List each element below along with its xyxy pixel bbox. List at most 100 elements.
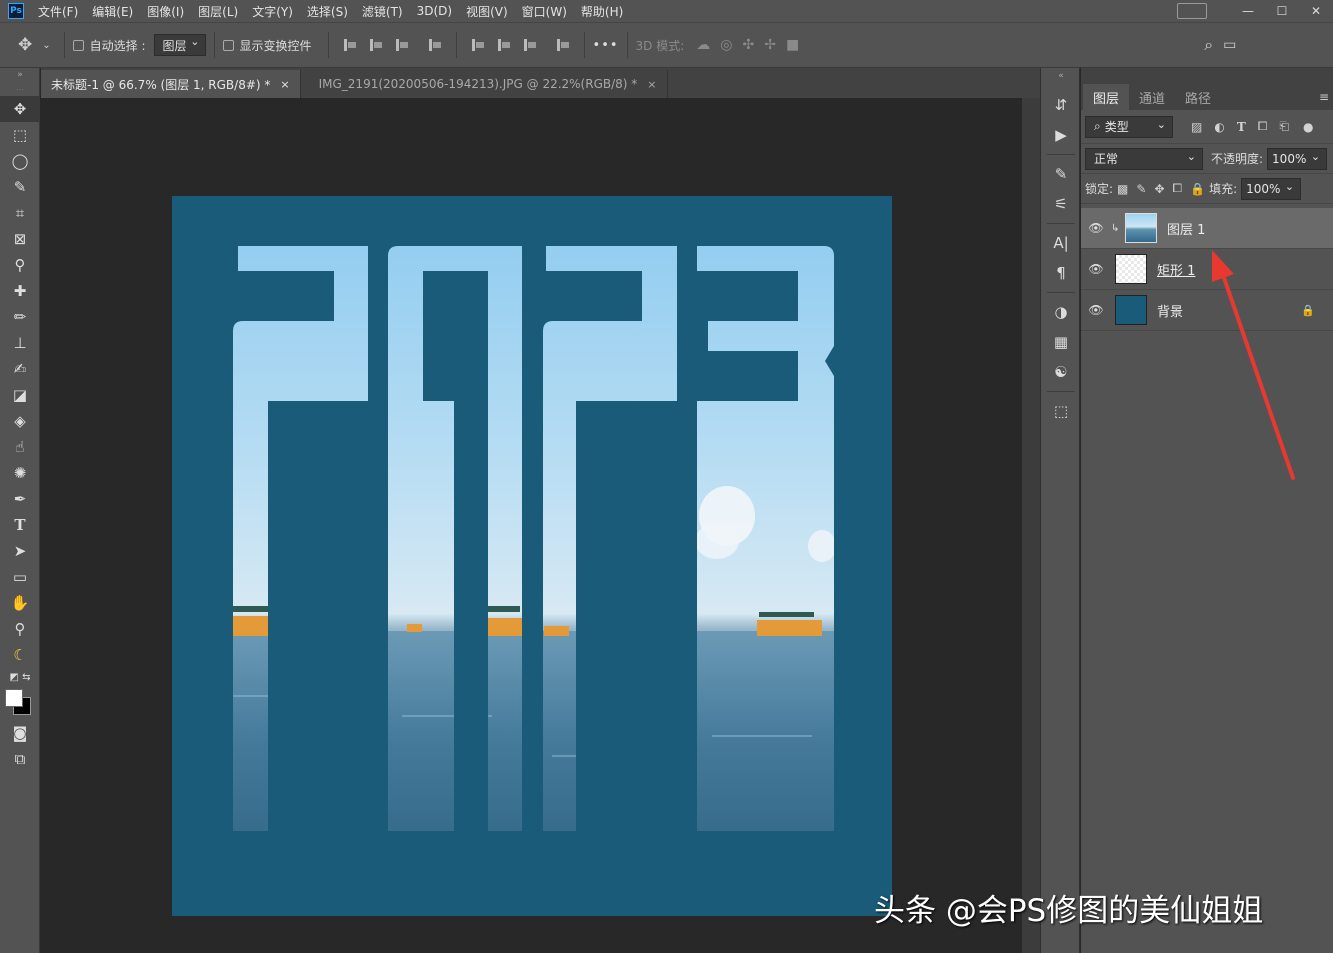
- color-swatches[interactable]: [0, 686, 40, 720]
- menu-window[interactable]: 窗口(W): [522, 3, 567, 20]
- tab-paths[interactable]: 路径: [1175, 84, 1221, 110]
- lock-all-icon[interactable]: 🔒: [1190, 182, 1205, 196]
- character-panel-icon[interactable]: A|: [1041, 228, 1081, 258]
- dodge-tool-icon[interactable]: ✺: [0, 460, 40, 486]
- visibility-eye-icon[interactable]: 👁: [1081, 221, 1111, 235]
- workspace-switcher-icon[interactable]: ▭: [1223, 37, 1236, 53]
- 3d-panel-icon[interactable]: ⬚: [1041, 396, 1081, 426]
- distribute-horizontal-icon[interactable]: [555, 37, 571, 53]
- layer-name[interactable]: 图层 1: [1167, 219, 1205, 238]
- filter-type-icon[interactable]: T: [1237, 120, 1246, 134]
- collapse-panels-icon[interactable]: «: [1041, 68, 1081, 84]
- visibility-eye-icon[interactable]: 👁: [1081, 303, 1111, 317]
- adjustments-panel-icon[interactable]: ◑: [1041, 297, 1081, 327]
- 3d-slide-icon[interactable]: ✢: [764, 37, 776, 53]
- layer-row[interactable]: 👁 背景 🔒: [1081, 290, 1333, 331]
- move-tool-icon[interactable]: ✥: [18, 35, 32, 55]
- brush-settings-icon[interactable]: ⚟: [1041, 189, 1081, 219]
- lock-position-icon[interactable]: ✥: [1154, 182, 1164, 196]
- eraser-tool-icon[interactable]: ◪: [0, 382, 40, 408]
- pen-tool-icon[interactable]: ✒: [0, 486, 40, 512]
- filter-pixel-icon[interactable]: ▨: [1191, 120, 1202, 134]
- banana-icon[interactable]: ☾: [0, 642, 40, 668]
- lock-artboard-icon[interactable]: ⧠: [1173, 181, 1183, 196]
- tab-channels[interactable]: 通道: [1129, 84, 1175, 110]
- menu-layer[interactable]: 图层(L): [198, 3, 238, 20]
- crop-tool-icon[interactable]: ⌗: [0, 200, 40, 226]
- align-horizontal-center-icon[interactable]: [368, 37, 384, 53]
- smudge-tool-icon[interactable]: ☝: [0, 434, 40, 460]
- menu-edit[interactable]: 编辑(E): [92, 3, 133, 20]
- type-tool-icon[interactable]: T: [0, 512, 40, 538]
- show-transform-checkbox[interactable]: [222, 39, 234, 51]
- align-top-icon[interactable]: [470, 37, 486, 53]
- lasso-tool-icon[interactable]: ◯: [0, 148, 40, 174]
- close-tab-icon[interactable]: ×: [280, 78, 289, 91]
- quick-select-tool-icon[interactable]: ✎: [0, 174, 40, 200]
- healing-brush-tool-icon[interactable]: ✚: [0, 278, 40, 304]
- document-canvas[interactable]: 2023: [172, 196, 892, 916]
- close-tab-icon[interactable]: ×: [647, 78, 656, 91]
- layer-row[interactable]: 👁 矩形 1: [1081, 249, 1333, 290]
- tab-layers[interactable]: 图层: [1083, 84, 1130, 110]
- collapse-toolbar-icon[interactable]: »: [0, 68, 40, 82]
- screen-mode-icon[interactable]: ⧉: [0, 746, 40, 772]
- search-icon[interactable]: ⌕: [1204, 35, 1213, 55]
- marquee-tool-icon[interactable]: ⬚: [0, 122, 40, 148]
- color-panel-icon[interactable]: ☯: [1041, 357, 1081, 387]
- minimize-icon[interactable]: —: [1231, 4, 1265, 18]
- history-panel-icon[interactable]: ⇵: [1041, 90, 1081, 120]
- frame-tool-icon[interactable]: ⊠: [0, 226, 40, 252]
- tab-img-2191[interactable]: IMG_2191(20200506-194213).JPG @ 22.2%(RG…: [300, 70, 668, 98]
- menu-select[interactable]: 选择(S): [307, 3, 348, 20]
- auto-select-target-dropdown[interactable]: 图层: [153, 34, 206, 56]
- layer-row[interactable]: 👁 ↳ 图层 1: [1081, 208, 1333, 249]
- tool-preset-chevron-icon[interactable]: ⌄: [42, 40, 50, 51]
- move-tool-icon[interactable]: ✥: [0, 96, 40, 122]
- tab-untitled-1[interactable]: 未标题-1 @ 66.7% (图层 1, RGB/8#) * ×: [41, 70, 301, 98]
- hand-tool-icon[interactable]: ✋: [0, 590, 40, 616]
- align-bottom-icon[interactable]: [522, 37, 538, 53]
- filter-adjustment-icon[interactable]: ◐: [1214, 120, 1224, 134]
- brushes-panel-icon[interactable]: ✎: [1041, 159, 1081, 189]
- menu-image[interactable]: 图像(I): [147, 3, 184, 20]
- maximize-icon[interactable]: ☐: [1265, 4, 1299, 18]
- menu-view[interactable]: 视图(V): [466, 3, 508, 20]
- swatches-panel-icon[interactable]: ▦: [1041, 327, 1081, 357]
- filter-toggle-icon[interactable]: ●: [1303, 120, 1313, 134]
- close-icon[interactable]: ✕: [1299, 4, 1333, 18]
- more-options-icon[interactable]: •••: [593, 38, 619, 53]
- zoom-tool-icon[interactable]: ⚲: [0, 616, 40, 642]
- eyedropper-tool-icon[interactable]: ⚲: [0, 252, 40, 278]
- vertical-scrollbar[interactable]: [1022, 98, 1040, 953]
- fill-field[interactable]: 100%: [1241, 177, 1302, 200]
- swap-colors-icon[interactable]: ◩ ⇆: [0, 668, 40, 686]
- menu-file[interactable]: 文件(F): [38, 3, 78, 20]
- menu-help[interactable]: 帮助(H): [581, 3, 623, 20]
- history-brush-tool-icon[interactable]: ✍: [0, 356, 40, 382]
- visibility-eye-icon[interactable]: 👁: [1081, 262, 1111, 276]
- menu-type[interactable]: 文字(Y): [252, 3, 293, 20]
- lock-transparent-icon[interactable]: ▩: [1117, 182, 1128, 196]
- blend-mode-dropdown[interactable]: 正常: [1085, 147, 1203, 170]
- 3d-roll-icon[interactable]: ◎: [720, 37, 732, 53]
- lock-pixels-icon[interactable]: ✎: [1136, 182, 1146, 196]
- opacity-field[interactable]: 100%: [1267, 147, 1328, 170]
- brush-tool-icon[interactable]: ✏: [0, 304, 40, 330]
- layer-name[interactable]: 矩形 1: [1157, 260, 1195, 279]
- auto-select-checkbox[interactable]: [72, 39, 84, 51]
- workspace-icon[interactable]: [1177, 3, 1207, 19]
- panel-menu-icon[interactable]: ≡: [1319, 90, 1329, 104]
- paragraph-panel-icon[interactable]: ¶: [1041, 258, 1081, 288]
- filter-smart-object-icon[interactable]: ⎗: [1279, 119, 1289, 134]
- 3d-pan-icon[interactable]: ✣: [743, 37, 755, 53]
- 3d-orbit-icon[interactable]: ☁: [696, 37, 710, 53]
- path-select-tool-icon[interactable]: ➤: [0, 538, 40, 564]
- menu-3d[interactable]: 3D(D): [417, 4, 452, 18]
- align-vertical-center-icon[interactable]: [496, 37, 512, 53]
- align-right-icon[interactable]: [394, 37, 410, 53]
- align-left-icon[interactable]: [342, 37, 358, 53]
- rectangle-tool-icon[interactable]: ▭: [0, 564, 40, 590]
- paint-bucket-tool-icon[interactable]: ◈: [0, 408, 40, 434]
- filter-type-dropdown[interactable]: ⌕ 类型: [1085, 115, 1173, 138]
